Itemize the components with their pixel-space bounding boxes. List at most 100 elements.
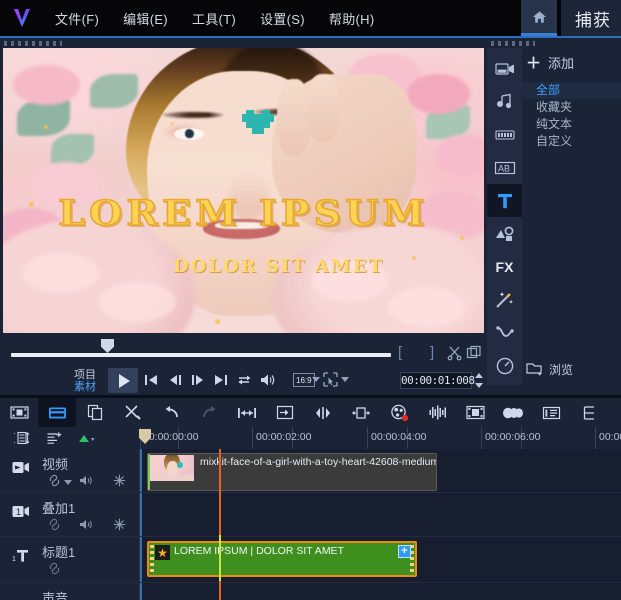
title-T-icon: [497, 193, 512, 208]
redo-button[interactable]: [190, 398, 228, 427]
menu-item-edit[interactable]: 编辑(E): [112, 4, 179, 33]
home-button[interactable]: [521, 0, 557, 36]
mix-tools-button[interactable]: [114, 398, 152, 427]
subtitle-editor-button[interactable]: [532, 398, 570, 427]
add-marker-button[interactable]: [78, 432, 95, 445]
menu-item-tools[interactable]: 工具(T): [181, 4, 247, 33]
library-category-favorites[interactable]: 收藏夹: [522, 99, 621, 116]
library-tab-music[interactable]: [487, 85, 522, 118]
library-tab-graphic[interactable]: [487, 217, 522, 250]
library-tab-ab-title[interactable]: AB: [487, 151, 522, 184]
track-name-title-1: 标题1: [42, 545, 76, 560]
insert-left-right-button[interactable]: [304, 398, 342, 427]
tab-capture[interactable]: 捕获: [561, 0, 621, 36]
library-category-custom[interactable]: 自定义: [522, 133, 621, 150]
preview-area-selector[interactable]: [322, 371, 339, 388]
browse-button[interactable]: 浏览: [522, 359, 621, 379]
scrub-track[interactable]: [11, 353, 391, 357]
track-header-voice[interactable]: 声音: [0, 583, 140, 600]
library-tab-media[interactable]: [487, 52, 522, 85]
record-capture-button[interactable]: [380, 398, 418, 427]
track-manager-button[interactable]: [570, 398, 608, 427]
library-tab-transition[interactable]: [487, 118, 522, 151]
track-mix-button-video[interactable]: [113, 474, 126, 487]
multi-camera-button[interactable]: [494, 398, 532, 427]
project-clip-toggle[interactable]: 项目 素材: [74, 369, 96, 393]
add-track-button[interactable]: [46, 431, 62, 445]
scrub-playhead[interactable]: [101, 339, 114, 353]
library-category-plaintext[interactable]: 纯文本: [522, 116, 621, 133]
library-content: ＋ 添加 全部 收藏夹 纯文本 自定义 浏览: [522, 48, 621, 385]
library-tab-speed[interactable]: [487, 349, 522, 382]
mark-in-icon[interactable]: [: [398, 344, 402, 361]
track-lane-video[interactable]: mixkit-face-of-a-girl-with-a-toy-heart-4…: [140, 449, 621, 492]
mark-out-icon[interactable]: ]: [430, 344, 434, 361]
track-link-button-video[interactable]: [48, 474, 61, 487]
subject-finger: [306, 73, 340, 143]
video-preview[interactable]: LOREM IPSUM DOLOR SIT AMET: [3, 48, 484, 333]
track-volume-button-overlay-1[interactable]: [79, 518, 95, 531]
menu-item-edit-label: 编辑(E): [123, 11, 168, 27]
track-chevron-down-icon-video[interactable]: [64, 480, 72, 485]
add-title-badge[interactable]: +: [398, 545, 411, 558]
menu-item-help[interactable]: 帮助(H): [318, 4, 386, 33]
split-clip-icon[interactable]: [447, 345, 463, 361]
timecode-display[interactable]: 00:00:01:008: [400, 372, 475, 389]
preview-drag-grip[interactable]: [4, 41, 62, 46]
goto-end-button[interactable]: [213, 372, 229, 388]
library-category-all[interactable]: 全部: [522, 82, 621, 99]
timeline-tracks: 视频 mixkit-face-of-a-girl-with-a-toy-hear…: [0, 449, 621, 600]
goto-start-button[interactable]: [143, 372, 159, 388]
clip-title[interactable]: ★ LOREM IPSUM | DOLOR SIT AMET +: [147, 541, 417, 577]
track-link-button-title-1[interactable]: [48, 562, 61, 575]
library-tab-fx[interactable]: FX: [487, 250, 522, 283]
clip-video[interactable]: mixkit-face-of-a-girl-with-a-toy-heart-4…: [147, 453, 437, 491]
play-button[interactable]: [108, 368, 138, 393]
track-mix-button-overlay-1[interactable]: [113, 518, 126, 531]
clip-trim-handle-left[interactable]: [150, 545, 154, 575]
loop-button[interactable]: [236, 372, 253, 388]
track-manager-list-button[interactable]: [14, 431, 30, 445]
menu-item-file[interactable]: 文件(F): [44, 4, 110, 33]
track-lane-title-1[interactable]: ★ LOREM IPSUM | DOLOR SIT AMET +: [140, 537, 621, 582]
mute-mix-icon: [113, 518, 126, 531]
timeline-view-button[interactable]: [38, 398, 76, 427]
library-tab-title[interactable]: [487, 184, 522, 217]
add-button[interactable]: ＋ 添加: [522, 48, 621, 76]
timecode-stepper[interactable]: [475, 372, 484, 389]
snapshot-icon[interactable]: [466, 345, 482, 361]
track-header-title-1[interactable]: 1 标题1: [0, 537, 140, 582]
speed-gauge-icon: [496, 357, 513, 374]
audio-mixer-button[interactable]: [418, 398, 456, 427]
motion-tracking-button[interactable]: [456, 398, 494, 427]
aspect-ratio-chevron-down-icon[interactable]: [312, 377, 320, 382]
track-header-overlay-1[interactable]: 1 叠加1: [0, 493, 140, 536]
ripple-editing-button[interactable]: [266, 398, 304, 427]
project-mode-label[interactable]: 项目: [74, 369, 96, 381]
marker-add-icon: [79, 434, 95, 442]
storyboard-view-button[interactable]: [0, 398, 38, 427]
prev-frame-button[interactable]: [168, 372, 184, 388]
library-tab-path-motion[interactable]: [487, 316, 522, 349]
menu-item-settings[interactable]: 设置(S): [249, 4, 316, 33]
track-lane-voice[interactable]: [140, 583, 621, 600]
timeline-ruler-scale[interactable]: 00:00:00:00 00:00:02:00 00:00:04:00 00:0…: [140, 427, 621, 449]
fit-project-button[interactable]: [228, 398, 266, 427]
undo-button[interactable]: [152, 398, 190, 427]
library-category-plaintext-label: 纯文本: [536, 117, 573, 131]
preview-area-chevron-down-icon[interactable]: [341, 377, 349, 382]
path-motion-icon: [495, 325, 514, 337]
track-link-button-overlay-1[interactable]: [48, 518, 61, 531]
clip-mode-label[interactable]: 素材: [74, 381, 96, 393]
library-drag-grip[interactable]: [491, 41, 535, 46]
track-volume-button-video[interactable]: [79, 474, 95, 487]
track-header-video[interactable]: 视频: [0, 449, 140, 492]
track-voice: 声音: [0, 583, 621, 600]
volume-button[interactable]: [259, 372, 277, 388]
track-lane-overlay-1[interactable]: [140, 493, 621, 536]
copy-attributes-button[interactable]: [76, 398, 114, 427]
svg-text:1: 1: [12, 556, 16, 563]
next-frame-button[interactable]: [189, 372, 205, 388]
extend-clip-button[interactable]: [342, 398, 380, 427]
library-tab-magic[interactable]: [487, 283, 522, 316]
